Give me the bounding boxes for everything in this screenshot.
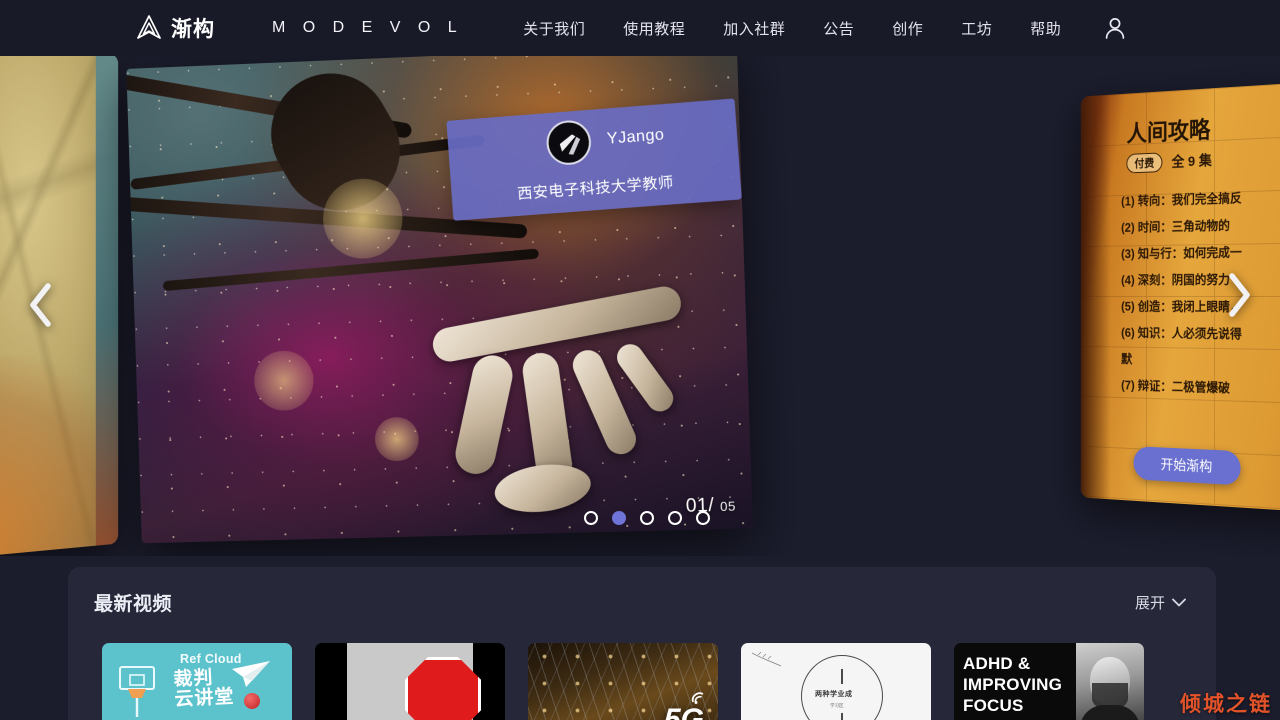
list-item[interactable]: (2) 时间：三角动物的 (1121, 209, 1280, 241)
presenter-photo (1076, 643, 1144, 720)
right-card-meta: 付费 全 9 集 (1126, 150, 1211, 173)
nav-item-help[interactable]: 帮助 (1030, 18, 1061, 39)
video-title-cn: 裁判 云讲堂 (173, 667, 235, 710)
carousel-dot-4[interactable] (668, 511, 682, 525)
diagram-label: 两种学业成 (815, 689, 853, 699)
video-card-5g[interactable]: 5G (528, 643, 718, 720)
nav-item-tutorial[interactable]: 使用教程 (623, 18, 685, 39)
body-shape (1080, 705, 1140, 720)
video-thumbnail-list: Ref Cloud 裁判 云讲堂 STOP (68, 616, 1216, 720)
carousel-dot-2[interactable] (612, 511, 626, 525)
author-name: YJango (606, 126, 665, 148)
list-item[interactable]: (5) 创造：我闭上眼睛， (1121, 294, 1280, 322)
paid-badge: 付费 (1126, 152, 1162, 173)
brand-name: 渐构 (171, 13, 215, 43)
chevron-right-icon[interactable] (1222, 272, 1256, 318)
right-card-episode-list: (1) 转向：我们完全搞反 (2) 时间：三角动物的 (3) 知与行：如何完成一… (1121, 181, 1280, 406)
sprig-icon (751, 651, 783, 669)
stop-backdrop: STOP (347, 643, 473, 720)
chevron-left-icon[interactable] (24, 282, 58, 328)
nav-item-create[interactable]: 创作 (892, 18, 923, 39)
diagram-line-bottom (841, 713, 843, 720)
panel-header: 最新视频 展开 (68, 567, 1216, 616)
expand-button[interactable]: 展开 (1135, 592, 1186, 613)
nav-item-workshop[interactable]: 工坊 (961, 18, 992, 39)
watermark: 倾城之链 (1180, 688, 1272, 718)
video-card-stop-sign[interactable]: STOP (315, 643, 505, 720)
list-item[interactable]: (3) 知与行：如何完成一 (1121, 238, 1280, 268)
carousel-dot-1[interactable] (584, 511, 598, 525)
top-navbar: 渐构 M O D E V O L 关于我们 使用教程 加入社群 公告 创作 工坊… (0, 0, 1280, 56)
left-card-line-2: 对该世界一 (0, 227, 71, 266)
page-title: 最新视频 (94, 589, 172, 616)
hero-carousel: 异星球，这 对该世界一 去？这个系 故事。 查看 识世界 (0, 56, 1280, 556)
right-card-shade (1081, 95, 1111, 500)
counter-total: 05 (720, 499, 736, 515)
nav-item-about[interactable]: 关于我们 (523, 18, 585, 39)
wordmark: M O D E V O L (272, 19, 463, 37)
left-card-edge (96, 56, 118, 546)
diagram-sublabel: 学习区 (830, 703, 844, 709)
video-card-adhd[interactable]: ADHD & IMPROVING FOCUS (954, 643, 1144, 720)
carousel-card-main[interactable]: YJango 西安电子科技大学教师 01/ 05 (126, 56, 753, 543)
carousel-card-left[interactable]: 异星球，这 对该世界一 去？这个系 故事。 查看 识世界 (0, 56, 118, 556)
left-card-line-1: 异星球，这 (0, 190, 71, 232)
author-title: 西安电子科技大学教师 (451, 166, 741, 209)
basketball-hoop-icon (114, 665, 162, 719)
video-caption: ADHD & IMPROVING FOCUS (963, 653, 1081, 716)
stop-sign-icon (405, 657, 481, 720)
episode-count: 全 9 集 (1172, 150, 1212, 172)
nav-item-announce[interactable]: 公告 (823, 18, 854, 39)
nav-links: 关于我们 使用教程 加入社群 公告 创作 工坊 帮助 (523, 18, 1061, 39)
video-caption: 5G (664, 703, 704, 720)
diagram-circle (801, 655, 883, 720)
chevron-down-icon (1172, 598, 1186, 607)
start-button[interactable]: 开始渐构 (1134, 446, 1241, 485)
nav-item-community[interactable]: 加入社群 (723, 18, 785, 39)
carousel-dot-3[interactable] (640, 511, 654, 525)
brand-logo[interactable]: 渐构 (136, 13, 215, 43)
paper-plane-icon (230, 659, 272, 689)
author-card: YJango 西安电子科技大学教师 (446, 98, 741, 220)
right-card-title: 人间攻略 (1126, 110, 1210, 148)
user-avatar-icon[interactable] (1101, 14, 1129, 42)
latest-videos-panel: 最新视频 展开 Ref Cloud 裁判 云讲堂 5G 两种学业成 学习区 AD… (68, 567, 1216, 720)
carousel-dot-5[interactable] (696, 511, 710, 525)
ball-icon (244, 693, 260, 709)
carousel-dots (584, 511, 710, 525)
list-item[interactable]: (4) 深刻：阴国的努力 (1121, 266, 1280, 294)
video-card-diagram[interactable]: 两种学业成 学习区 (741, 643, 931, 720)
diagram-line-top (841, 669, 843, 684)
expand-label: 展开 (1135, 592, 1165, 613)
video-card-ref-cloud[interactable]: Ref Cloud 裁判 云讲堂 (102, 643, 292, 720)
hand-icon (488, 688, 505, 720)
list-item[interactable]: (6) 知识：人必须先说得 (1121, 320, 1280, 350)
triangle-arrow-logo-icon (136, 15, 162, 41)
author-avatar-icon (545, 119, 592, 166)
